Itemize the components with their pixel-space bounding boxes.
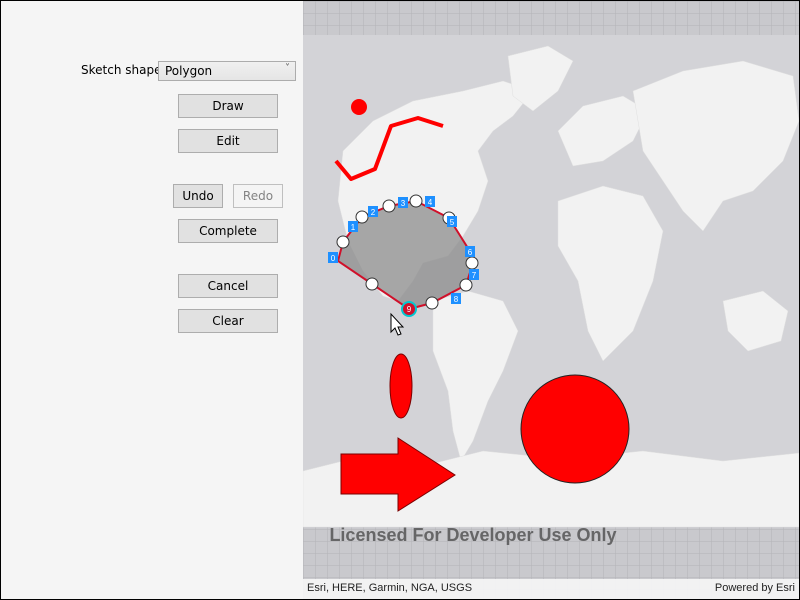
- vertex-label-0: 0: [331, 254, 336, 263]
- vertex-label-9: 9: [407, 305, 412, 314]
- vertex-label-1: 1: [351, 223, 356, 232]
- vertex-handle[interactable]: [465, 256, 479, 270]
- vertex-label-3: 3: [401, 199, 406, 208]
- tile-grid-top: [303, 1, 799, 35]
- point-graphic[interactable]: [351, 99, 367, 115]
- map-canvas: 9 0 1 2 3 4 5 6 7 8 Licensed For Develop…: [303, 1, 799, 599]
- sketch-shape-select[interactable]: Polygon ˅: [158, 61, 296, 81]
- map-view[interactable]: 9 0 1 2 3 4 5 6 7 8 Licensed For Develop…: [303, 1, 799, 599]
- edit-button[interactable]: Edit: [178, 129, 278, 153]
- app-window: Sketch shape: Polygon ˅ Draw Edit Undo R…: [0, 0, 800, 600]
- vertex-handle[interactable]: [336, 235, 350, 249]
- draw-button[interactable]: Draw: [178, 94, 278, 118]
- vertex-label-2: 2: [371, 208, 376, 217]
- vertex-label-8: 8: [454, 295, 459, 304]
- vertex-handle[interactable]: [409, 194, 423, 208]
- circle-graphic[interactable]: [520, 374, 630, 484]
- undo-button[interactable]: Undo: [173, 184, 223, 208]
- sketch-shape-value: Polygon: [165, 64, 213, 78]
- vertex-label-5: 5: [450, 218, 455, 227]
- chevron-down-icon: ˅: [285, 63, 290, 74]
- developer-watermark: Licensed For Developer Use Only: [329, 525, 616, 545]
- attribution-sources: Esri, HERE, Garmin, NGA, USGS: [307, 582, 473, 594]
- vertex-handle[interactable]: [459, 278, 473, 292]
- cancel-button[interactable]: Cancel: [178, 274, 278, 298]
- vertex-handle[interactable]: [425, 296, 439, 310]
- vertex-handle[interactable]: [365, 277, 379, 291]
- vertex-label-6: 6: [468, 248, 473, 257]
- complete-button[interactable]: Complete: [178, 219, 278, 243]
- map-attribution-bar: Esri, HERE, Garmin, NGA, USGS Powered by…: [303, 579, 799, 599]
- vertex-label-4: 4: [428, 198, 433, 207]
- clear-button[interactable]: Clear: [178, 309, 278, 333]
- control-panel: Sketch shape: Polygon ˅ Draw Edit Undo R…: [1, 1, 303, 599]
- redo-button[interactable]: Redo: [233, 184, 283, 208]
- vertex-label-7: 7: [472, 271, 477, 280]
- vertex-handle[interactable]: [382, 199, 396, 213]
- ellipse-graphic[interactable]: [389, 353, 413, 419]
- sketch-shape-label: Sketch shape:: [81, 63, 166, 77]
- powered-by-esri[interactable]: Powered by Esri: [715, 582, 795, 594]
